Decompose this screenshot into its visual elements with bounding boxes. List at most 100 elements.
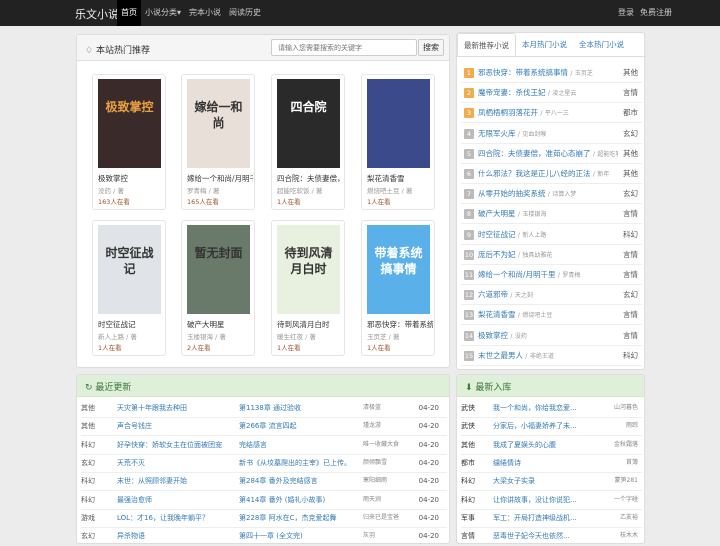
rank-book[interactable]: 无限军火库 <box>478 129 516 138</box>
ranking-item[interactable]: 2 魔帝宠妻：杀伐王妃 / 凌之星云 言情 <box>461 83 642 104</box>
ranking-item[interactable]: 1 邪恶快穿：带着系统搞事情 / 玉页芝 其他 <box>461 63 642 83</box>
rank-book[interactable]: 梨花清香雪 <box>478 310 516 319</box>
rank-book[interactable]: 什么邪法？我这是正儿八经的正法 <box>478 169 591 178</box>
rank-title[interactable]: 从零开始的抽奖系统 / 诗算入梦 <box>478 184 618 204</box>
ranking-item[interactable]: 15 末世之最男人 / 非绝王道 科幻 <box>461 346 642 366</box>
update-chapter[interactable]: 第四十一章 (全文完) <box>239 527 359 545</box>
rank-title[interactable]: 梨花清香雪 / 燃烧吧土豆 <box>478 305 618 325</box>
library-book[interactable]: 恶毒世子妃今天也依然... <box>493 527 585 545</box>
book-card[interactable]: 待到风清月白时 待到风清月白时 暖生红夜 / 著 1人在看 <box>271 220 345 356</box>
book-card[interactable]: 带着系统搞事情 邪恶快穿：带着系统 玉页芝 / 著 1人在看 <box>361 220 435 356</box>
book-cover[interactable]: 极致掌控 <box>98 79 161 168</box>
tab-monthly-hot[interactable]: 本月热门小说 <box>516 33 573 56</box>
ranking-item[interactable]: 5 四合院：夫债妻偿，准茹心态崩了 / 超能吃软饭 其他 <box>461 144 642 164</box>
book-cover[interactable]: 待到风清月白时 <box>277 225 340 314</box>
book-card[interactable]: 暂无封面 破产大明星 玉楼银海 / 著 2人在看 <box>181 220 255 356</box>
book-card[interactable]: 极致掌控 极致掌控 没药 / 著 163人在看 <box>92 74 166 210</box>
rank-book[interactable]: 从零开始的抽奖系统 <box>478 189 546 198</box>
book-cover[interactable] <box>367 79 430 168</box>
book-cover[interactable]: 嫁给一和尚 <box>187 79 250 168</box>
rank-book[interactable]: 凤栖梧桐羽落花开 <box>478 108 538 117</box>
ranking-item[interactable]: 3 凤栖梧桐羽落花开 / 平八一三 都市 <box>461 103 642 124</box>
rank-title[interactable]: 破产大明星 / 玉楼银海 <box>478 204 618 224</box>
ranking-item[interactable]: 10 庞后不为妃 / 独具幼雅花 言情 <box>461 245 642 265</box>
ranking-item[interactable]: 6 什么邪法？我这是正儿八经的正法 / 新年 其他 <box>461 164 642 184</box>
rank-book[interactable]: 极致掌控 <box>478 331 508 340</box>
register-link[interactable]: 免费注册 <box>640 0 672 26</box>
rank-title[interactable]: 凤栖梧桐羽落花开 / 平八一三 <box>478 103 618 123</box>
rank-book[interactable]: 嫁给一个和尚/月明千里 <box>478 270 556 279</box>
book-title[interactable]: 待到风清月白时 <box>277 319 343 330</box>
book-title[interactable]: 时空征战记 <box>98 319 164 330</box>
book-card[interactable]: 四合院 四合院：夫债妻偿，开 超能吃软饭 / 著 1人在看 <box>271 74 345 210</box>
update-book[interactable]: 末世：从照顾邻妻开始 <box>117 472 235 490</box>
book-cover[interactable]: 暂无封面 <box>187 225 250 314</box>
nav-home[interactable]: 首页 <box>117 0 141 26</box>
tab-completed-hot[interactable]: 全本热门小说 <box>573 33 630 56</box>
rank-book[interactable]: 六道邪帝 <box>478 290 508 299</box>
update-chapter[interactable]: 第266章 流言四起 <box>239 417 359 435</box>
book-title[interactable]: 四合院：夫债妻偿，开 <box>277 173 343 184</box>
ranking-item[interactable]: 4 无限军火库 / 见血封喉 玄幻 <box>461 124 642 144</box>
library-book[interactable]: 我一个和尚，你给我恋爱... <box>493 399 585 417</box>
book-cover[interactable]: 带着系统搞事情 <box>367 225 430 314</box>
rank-title[interactable]: 什么邪法？我这是正儿八经的正法 / 新年 <box>478 164 618 184</box>
rank-title[interactable]: 无限军火库 / 见血封喉 <box>478 124 618 144</box>
update-chapter[interactable]: 完结感言 <box>239 436 359 454</box>
update-chapter[interactable]: 第228章 阿水在C，杰克爱起舞 <box>239 509 359 527</box>
book-title[interactable]: 嫁给一个和尚/月明千 <box>187 173 253 184</box>
rank-book[interactable]: 末世之最男人 <box>478 351 523 360</box>
nav-completed[interactable]: 完本小说 <box>185 0 225 26</box>
book-cover[interactable]: 四合院 <box>277 79 340 168</box>
rank-book[interactable]: 庞后不为妃 <box>478 250 516 259</box>
book-card[interactable]: 时空征战记 时空征战记 新人上路 / 著 1人在看 <box>92 220 166 356</box>
rank-book[interactable]: 破产大明星 <box>478 209 516 218</box>
search-button[interactable]: 搜索 <box>418 39 444 56</box>
rank-book[interactable]: 四合院：夫债妻偿，准茹心态崩了 <box>478 149 591 158</box>
rank-title[interactable]: 四合院：夫债妻偿，准茹心态崩了 / 超能吃软饭 <box>478 144 618 164</box>
update-book[interactable]: 最强治愈师 <box>117 491 235 509</box>
ranking-item[interactable]: 14 极致掌控 / 没药 言情 <box>461 326 642 346</box>
ranking-item[interactable]: 13 梨花清香雪 / 燃烧吧土豆 言情 <box>461 305 642 326</box>
ranking-item[interactable]: 7 从零开始的抽奖系统 / 诗算入梦 玄幻 <box>461 184 642 205</box>
update-chapter[interactable]: 第284章 番外及完结感言 <box>239 472 359 490</box>
rank-title[interactable]: 嫁给一个和尚/月明千里 / 罗青梅 <box>478 265 618 285</box>
site-logo[interactable]: 乐文小说 <box>75 6 119 22</box>
update-book[interactable]: 好孕快穿：娇软女主在位面被团宠 <box>117 436 235 454</box>
rank-title[interactable]: 六道邪帝 / 天之刻 <box>478 285 618 305</box>
update-book[interactable]: 声合号钱庄 <box>117 417 235 435</box>
ranking-item[interactable]: 12 六道邪帝 / 天之刻 玄幻 <box>461 285 642 306</box>
nav-history[interactable]: 阅读历史 <box>225 0 265 26</box>
library-book[interactable]: 我成了夏娱头的心腹 <box>493 436 585 454</box>
book-title[interactable]: 极致掌控 <box>98 173 164 184</box>
rank-book[interactable]: 时空征战记 <box>478 230 516 239</box>
rank-book[interactable]: 魔帝宠妻：杀伐王妃 <box>478 88 546 97</box>
ranking-item[interactable]: 9 时空征战记 / 新人上路 科幻 <box>461 225 642 245</box>
update-chapter[interactable]: 第414章 番外 (婚礼小故事) <box>239 491 359 509</box>
library-book[interactable]: 让你讲故事，没让你说犯... <box>493 491 585 509</box>
ranking-item[interactable]: 11 嫁给一个和尚/月明千里 / 罗青梅 言情 <box>461 265 642 285</box>
nav-categories[interactable]: 小说分类▾ <box>141 0 185 26</box>
rank-book[interactable]: 邪恶快穿：带着系统搞事情 <box>478 68 568 77</box>
update-book[interactable]: 天灾第十年跟我去种田 <box>117 399 235 417</box>
login-link[interactable]: 登录 <box>618 0 634 26</box>
book-title[interactable]: 邪恶快穿：带着系统 <box>367 319 433 330</box>
library-book[interactable]: 军工：开局打造神级战机... <box>493 509 585 527</box>
book-card[interactable]: 梨花清香雪 燃烧吧土豆 / 著 1人在看 <box>361 74 435 210</box>
book-title[interactable]: 破产大明星 <box>187 319 253 330</box>
update-chapter[interactable]: 新书《从坟墓爬出的主宰》已上传。 <box>239 454 359 472</box>
rank-title[interactable]: 魔帝宠妻：杀伐王妃 / 凌之星云 <box>478 83 618 103</box>
library-book[interactable]: 分家后，小福妻娇养了未... <box>493 417 585 435</box>
tab-latest-recommend[interactable]: 最新推荐小说 <box>457 33 516 56</box>
rank-title[interactable]: 邪恶快穿：带着系统搞事情 / 玉页芝 <box>478 63 618 83</box>
update-chapter[interactable]: 第1138章 通过验收 <box>239 399 359 417</box>
rank-title[interactable]: 庞后不为妃 / 独具幼雅花 <box>478 245 618 265</box>
rank-title[interactable]: 末世之最男人 / 非绝王道 <box>478 346 618 366</box>
library-book[interactable]: 缱绻情诗 <box>493 454 585 472</box>
search-input[interactable] <box>271 39 417 56</box>
book-card[interactable]: 嫁给一和尚 嫁给一个和尚/月明千 罗青梅 / 著 165人在看 <box>181 74 255 210</box>
library-book[interactable]: 大梁女子实录 <box>493 472 585 490</box>
book-cover[interactable]: 时空征战记 <box>98 225 161 314</box>
ranking-item[interactable]: 8 破产大明星 / 玉楼银海 言情 <box>461 204 642 225</box>
rank-title[interactable]: 时空征战记 / 新人上路 <box>478 225 618 245</box>
